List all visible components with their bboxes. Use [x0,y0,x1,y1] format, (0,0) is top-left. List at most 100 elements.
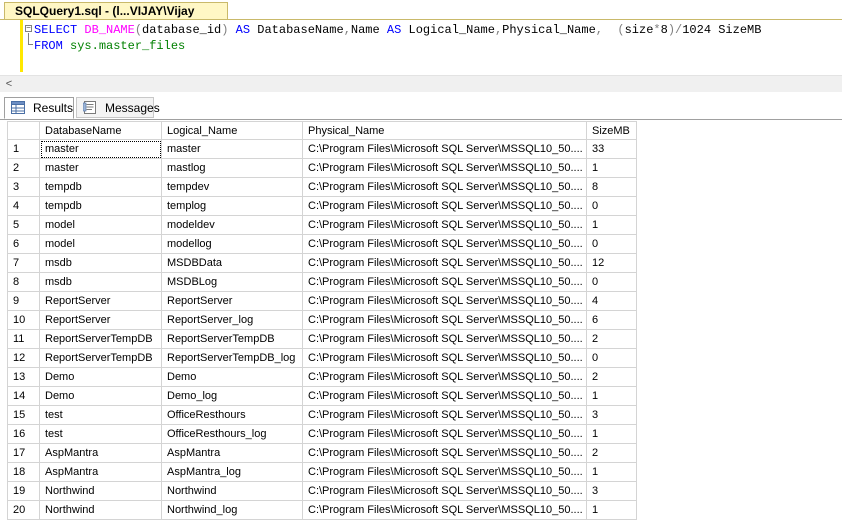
table-row[interactable]: 11 ReportServerTempDB ReportServerTempDB C:… [7,329,637,349]
code-line-2[interactable]: FROM sys.master_files [34,38,185,54]
table-row[interactable]: 2 master mastlog C:\Program Files\Microsoft… [7,158,637,178]
grid-cell[interactable]: C:\Program Files\Microsoft SQL Server\MS… [302,348,587,368]
grid-cell[interactable]: C:\Program Files\Microsoft SQL Server\MS… [302,196,587,216]
grid-cell[interactable]: 0 [586,272,637,292]
grid-cell[interactable]: C:\Program Files\Microsoft SQL Server\MS… [302,291,587,311]
grid-cell[interactable]: ReportServer [39,310,162,330]
table-row[interactable]: 1 master master C:\Program Files\Microsoft … [7,139,637,159]
table-row[interactable]: 13 Demo Demo C:\Program Files\Microsoft SQL… [7,367,637,387]
table-row[interactable]: 14 Demo Demo_log C:\Program Files\Microsoft… [7,386,637,406]
grid-cell[interactable]: 12 [586,253,637,273]
grid-cell[interactable]: ReportServerTempDB_log [161,348,303,368]
row-number[interactable]: 14 [7,386,40,406]
grid-cell[interactable]: C:\Program Files\Microsoft SQL Server\MS… [302,215,587,235]
grid-cell[interactable]: C:\Program Files\Microsoft SQL Server\MS… [302,234,587,254]
grid-cell[interactable]: 1 [586,500,637,520]
grid-cell[interactable]: ReportServerTempDB [39,348,162,368]
row-number[interactable]: 4 [7,196,40,216]
grid-cell[interactable]: C:\Program Files\Microsoft SQL Server\MS… [302,177,587,197]
grid-cell[interactable]: Northwind [39,500,162,520]
row-number[interactable]: 16 [7,424,40,444]
grid-cell[interactable]: modellog [161,234,303,254]
grid-cell[interactable]: 2 [586,367,637,387]
grid-cell[interactable]: 1 [586,158,637,178]
grid-cell[interactable]: ReportServerTempDB [39,329,162,349]
grid-cell[interactable]: C:\Program Files\Microsoft SQL Server\MS… [302,253,587,273]
grid-cell[interactable]: C:\Program Files\Microsoft SQL Server\MS… [302,386,587,406]
grid-cell[interactable]: AspMantra [161,443,303,463]
grid-cell[interactable]: ReportServer_log [161,310,303,330]
grid-cell[interactable]: ReportServer [39,291,162,311]
grid-cell[interactable]: C:\Program Files\Microsoft SQL Server\MS… [302,462,587,482]
column-header[interactable]: Logical_Name [161,121,303,140]
grid-cell[interactable]: master [161,139,303,159]
row-number[interactable]: 2 [7,158,40,178]
grid-cell[interactable]: 3 [586,481,637,501]
grid-cell[interactable]: Demo [161,367,303,387]
grid-cell[interactable]: 2 [586,443,637,463]
grid-cell[interactable]: ReportServer [161,291,303,311]
code-line-1[interactable]: SELECT DB_NAME(database_id) AS DatabaseN… [34,22,761,38]
grid-cell[interactable]: AspMantra [39,443,162,463]
table-row[interactable]: 3 tempdb tempdev C:\Program Files\Microsoft… [7,177,637,197]
row-number[interactable]: 8 [7,272,40,292]
grid-cell[interactable]: OfficeResthours_log [161,424,303,444]
grid-cell[interactable]: 0 [586,348,637,368]
grid-cell[interactable]: MSDBData [161,253,303,273]
row-number[interactable]: 18 [7,462,40,482]
tab-results[interactable]: Results [4,97,74,119]
grid-cell[interactable]: modeldev [161,215,303,235]
row-number[interactable]: 11 [7,329,40,349]
table-row[interactable]: 7 msdb MSDBData C:\Program Files\Microsoft … [7,253,637,273]
grid-cell[interactable]: master [39,139,162,159]
row-number[interactable]: 15 [7,405,40,425]
table-row[interactable]: 15 test OfficeResthours C:\Program Files\Mi… [7,405,637,425]
row-number[interactable]: 10 [7,310,40,330]
grid-cell[interactable]: Northwind_log [161,500,303,520]
table-row[interactable]: 12 ReportServerTempDB ReportServerTempDB_l… [7,348,637,368]
grid-cell[interactable]: 3 [586,405,637,425]
grid-cell[interactable]: 0 [586,234,637,254]
row-number[interactable]: 7 [7,253,40,273]
grid-cell[interactable]: 1 [586,424,637,444]
table-row[interactable]: 8 msdb MSDBLog C:\Program Files\Microsoft S… [7,272,637,292]
grid-cell[interactable]: Demo_log [161,386,303,406]
row-number[interactable]: 12 [7,348,40,368]
row-number[interactable]: 3 [7,177,40,197]
grid-cell[interactable]: C:\Program Files\Microsoft SQL Server\MS… [302,272,587,292]
grid-cell[interactable]: model [39,234,162,254]
query-editor[interactable]: − SELECT DB_NAME(database_id) AS Databas… [0,20,842,75]
grid-cell[interactable]: Northwind [39,481,162,501]
grid-cell[interactable]: C:\Program Files\Microsoft SQL Server\MS… [302,310,587,330]
table-row[interactable]: 18 AspMantra AspMantra_log C:\Program Files… [7,462,637,482]
grid-cell[interactable]: ReportServerTempDB [161,329,303,349]
grid-cell[interactable]: C:\Program Files\Microsoft SQL Server\MS… [302,158,587,178]
grid-cell[interactable]: msdb [39,253,162,273]
grid-cell[interactable]: mastlog [161,158,303,178]
editor-horizontal-scrollbar[interactable]: < [0,75,842,92]
tab-messages[interactable]: Messages [76,97,160,118]
grid-cell[interactable]: 1 [586,215,637,235]
grid-cell[interactable]: Northwind [161,481,303,501]
grid-cell[interactable]: tempdev [161,177,303,197]
collapse-icon[interactable]: − [25,25,32,33]
column-header[interactable]: DatabaseName [39,121,162,140]
grid-cell[interactable]: MSDBLog [161,272,303,292]
grid-cell[interactable]: 0 [586,196,637,216]
grid-cell[interactable]: test [39,405,162,425]
row-number[interactable]: 19 [7,481,40,501]
grid-cell[interactable]: tempdb [39,196,162,216]
table-row[interactable]: 16 test OfficeResthours_log C:\Program File… [7,424,637,444]
grid-cell[interactable]: C:\Program Files\Microsoft SQL Server\MS… [302,139,587,159]
grid-cell[interactable]: 1 [586,462,637,482]
grid-cell[interactable]: C:\Program Files\Microsoft SQL Server\MS… [302,424,587,444]
column-header[interactable]: SizeMB [586,121,637,140]
grid-cell[interactable]: msdb [39,272,162,292]
document-tab[interactable]: SQLQuery1.sql - (l...VIJAY\Vijay (53))* [4,2,228,35]
grid-cell[interactable]: tempdb [39,177,162,197]
table-row[interactable]: 20 Northwind Northwind_log C:\Program Files… [7,500,637,520]
grid-cell[interactable]: templog [161,196,303,216]
table-row[interactable]: 9 ReportServer ReportServer C:\Program File… [7,291,637,311]
table-row[interactable]: 4 tempdb templog C:\Program Files\Microsoft… [7,196,637,216]
scroll-left-icon[interactable]: < [2,77,16,91]
